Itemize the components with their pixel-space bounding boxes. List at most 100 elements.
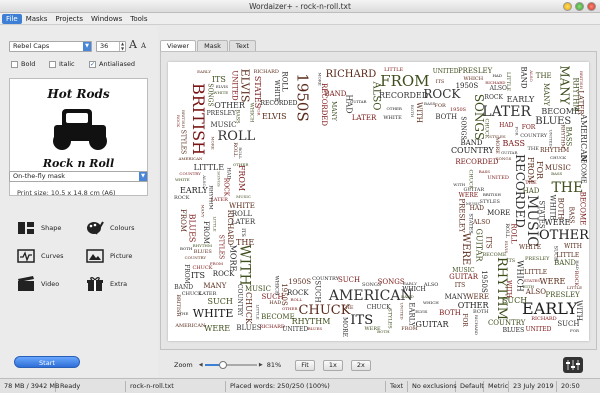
cloud-word: MANY	[330, 101, 337, 121]
left-panel: Rebel Caps ▼ 36 ▲ ▼ A A Bold Italic ✓ Ant…	[0, 26, 158, 377]
cloud-word: STYLES	[479, 198, 500, 205]
title-bar: Wordaizer+ - rock-n-roll.txt	[0, 0, 600, 13]
maximize-button[interactable]	[575, 2, 584, 11]
cloud-word: BLUES	[502, 326, 525, 334]
mask-mode-select[interactable]: On-the-fly mask ▼	[9, 171, 148, 182]
cloud-word: 1950S	[449, 106, 467, 113]
cloud-word: WITH	[237, 244, 254, 286]
slider-right-arrow-icon[interactable]: ▶	[259, 362, 263, 368]
cloud-word: ROCK	[176, 114, 182, 128]
cloud-word: ROLL	[231, 142, 238, 158]
font-size-spinner[interactable]: 36 ▲ ▼	[96, 41, 126, 52]
cloud-word: ITS	[239, 228, 246, 238]
checkbox-box-checked[interactable]: ✓	[89, 60, 96, 68]
fit-button[interactable]: Fit	[295, 359, 315, 371]
minimize-button[interactable]	[563, 2, 572, 11]
cloud-word: WHICH	[248, 103, 255, 123]
cloud-word: UNITED	[282, 326, 309, 334]
menu-windows[interactable]: Windows	[87, 14, 126, 24]
cloud-word: ROCK	[212, 269, 235, 278]
tool-label: Colours	[110, 224, 135, 232]
checkbox-box[interactable]	[49, 60, 56, 68]
cloud-word: FROM	[236, 164, 246, 191]
zoom-1x-button[interactable]: 1x	[322, 359, 343, 371]
cloud-word: PRESLEY	[206, 109, 236, 117]
start-button[interactable]: Start	[14, 356, 80, 368]
cloud-word: OTHER	[386, 106, 402, 112]
tool-label: Video	[41, 280, 60, 288]
tab-mask[interactable]: Mask	[197, 40, 228, 51]
tool-curves[interactable]: Curves	[17, 248, 64, 264]
status-file: rock-n-roll.txt	[126, 380, 226, 392]
status-memory: 78 MB / 3942 MB	[0, 380, 59, 392]
cloud-word: HAD	[344, 94, 354, 115]
antialiased-checkbox[interactable]: ✓ Antialiased	[89, 60, 135, 68]
cloud-word: WHITE	[174, 177, 190, 183]
viewer-area[interactable]: ROLL MUSIC ROCK WHITE BLUES THE WITH RECORDED SO…	[160, 51, 597, 350]
word-cloud-canvas[interactable]: ROLL MUSIC ROCK WHITE BLUES THE WITH RECORDED SO…	[168, 62, 589, 341]
cloud-word: CHUCK	[550, 155, 567, 161]
slider-left-arrow-icon[interactable]: ◀	[199, 362, 203, 368]
cloud-word: WITH	[574, 299, 583, 321]
cloud-word: LITTLE	[524, 268, 548, 276]
menu-file[interactable]: File	[2, 13, 22, 24]
cloud-word: ROLL	[280, 71, 289, 92]
zoom-label: Zoom	[174, 361, 193, 369]
close-button[interactable]	[587, 2, 596, 11]
cloud-word: HAD	[522, 186, 540, 195]
increase-font-icon[interactable]: A	[129, 38, 137, 51]
menu-tools[interactable]: Tools	[126, 14, 151, 24]
cloud-word: UNITED	[230, 70, 239, 101]
bold-checkbox[interactable]: Bold	[11, 60, 35, 68]
cloud-word: 1950S	[293, 73, 312, 122]
tab-viewer[interactable]: Viewer	[160, 40, 197, 51]
shape-icon	[17, 220, 35, 236]
spin-arrows-icon[interactable]: ▲ ▼	[119, 41, 125, 51]
settings-sliders-button[interactable]	[563, 357, 583, 373]
cloud-word: FOR	[569, 327, 580, 333]
cloud-word: BLUES	[193, 248, 212, 255]
cloud-word: 1950S	[455, 81, 479, 90]
cloud-word: THE	[535, 72, 552, 80]
tool-shape[interactable]: Shape	[17, 220, 61, 236]
cloud-word: THE	[527, 145, 539, 152]
window-controls	[563, 2, 596, 11]
cloud-word: SONGS	[459, 116, 467, 140]
cloud-word: MORE	[341, 316, 349, 337]
status-units: Metric	[484, 380, 509, 392]
cloud-word: FROM	[209, 261, 224, 267]
checkbox-box[interactable]	[11, 60, 18, 68]
zoom-slider[interactable]: ◀ ▶	[199, 361, 263, 369]
zoom-value: 81%	[266, 361, 282, 369]
cloud-word: FOR	[534, 160, 544, 179]
cloud-word: GUITAR	[474, 228, 484, 262]
slider-knob[interactable]	[219, 361, 228, 369]
cloud-word: FOR	[514, 126, 520, 136]
cloud-word: BASS	[502, 139, 525, 149]
cloud-word: LITTLE	[566, 285, 583, 291]
menu-masks[interactable]: Masks	[22, 14, 52, 24]
tab-text[interactable]: Text	[228, 40, 257, 51]
decrease-font-icon[interactable]: A	[141, 42, 146, 50]
tool-video[interactable]: Video	[17, 276, 59, 292]
tool-extra[interactable]: Extra	[86, 276, 127, 292]
cloud-word: CHUCK	[244, 291, 254, 324]
menu-projects[interactable]: Projects	[51, 14, 87, 24]
tool-colours[interactable]: Colours	[86, 220, 134, 236]
cloud-word: SONGS	[216, 171, 222, 187]
cloud-word: SUCH	[501, 296, 528, 306]
italic-checkbox[interactable]: Italic	[49, 60, 75, 68]
cloud-word: OTHER	[538, 228, 589, 244]
cloud-word: ITS	[506, 257, 516, 264]
cloud-word: SONGS	[377, 278, 405, 287]
cloud-word: MORE	[228, 244, 238, 272]
cloud-word: ROLL	[290, 296, 303, 302]
cloud-word: THE	[342, 304, 354, 311]
view-tabs: Viewer Mask Text	[160, 40, 257, 51]
cloud-word: MANY	[200, 204, 206, 218]
zoom-2x-button[interactable]: 2x	[350, 359, 371, 371]
font-family-select[interactable]: Rebel Caps ▼	[9, 41, 92, 52]
tool-picture[interactable]: Picture	[86, 248, 132, 264]
cloud-word: GUITAR	[415, 320, 449, 330]
cloud-word: BECOME	[261, 312, 295, 321]
